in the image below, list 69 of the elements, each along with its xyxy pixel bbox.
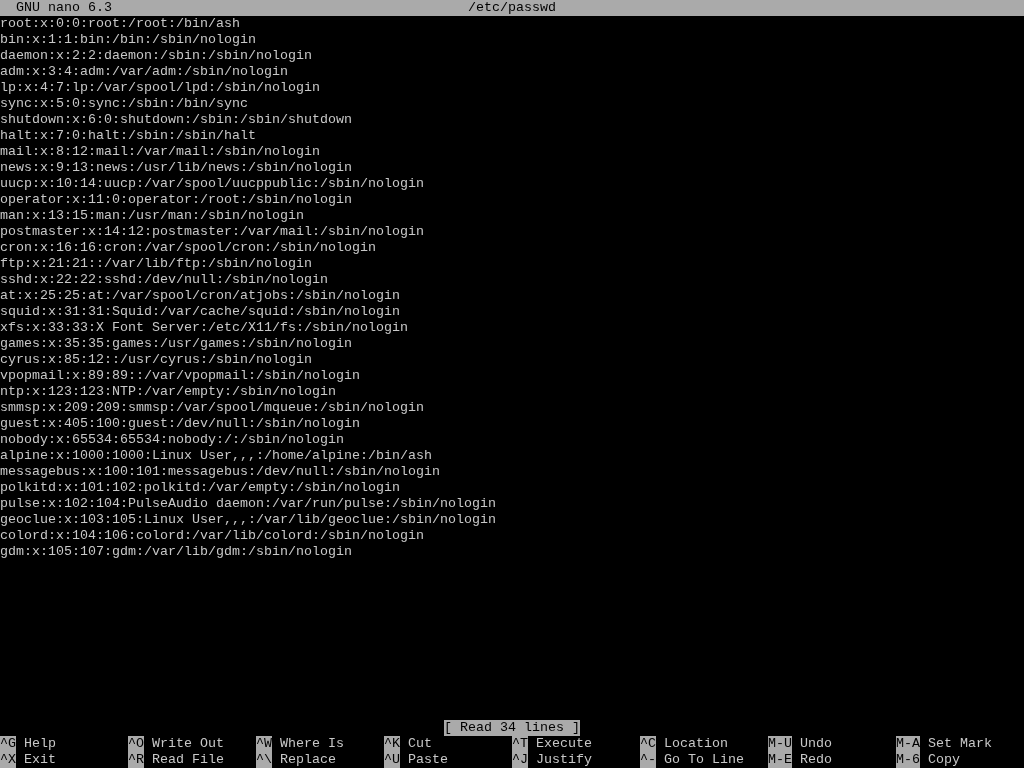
file-line: vpopmail:x:89:89::/var/vpopmail:/sbin/nologin [0, 368, 360, 384]
file-line: squid:x:31:31:Squid:/var/cache/squid:/sbin/nologin [0, 304, 400, 320]
shortcut-key[interactable]: ^O [128, 736, 144, 752]
shortcut-key[interactable]: ^X [0, 752, 16, 768]
file-line: news:x:9:13:news:/usr/lib/news:/sbin/nologin [0, 160, 352, 176]
file-line: bin:x:1:1:bin:/bin:/sbin/nologin [0, 32, 256, 48]
shortcut-label: Paste [408, 752, 448, 768]
file-line: postmaster:x:14:12:postmaster:/var/mail:/sbin/nologin [0, 224, 424, 240]
shortcut-label: Undo [800, 736, 832, 752]
file-line: operator:x:11:0:operator:/root:/sbin/nologin [0, 192, 352, 208]
file-name: /etc/passwd [468, 0, 556, 16]
shortcut-label: Where Is [280, 736, 344, 752]
file-line: xfs:x:33:33:X Font Server:/etc/X11/fs:/sbin/nologin [0, 320, 408, 336]
file-line: mail:x:8:12:mail:/var/mail:/sbin/nologin [0, 144, 320, 160]
shortcut-label: Cut [408, 736, 432, 752]
shortcut-label: Help [24, 736, 56, 752]
shortcut-key[interactable]: ^\ [256, 752, 272, 768]
shortcut-label: Exit [24, 752, 56, 768]
file-line: ntp:x:123:123:NTP:/var/empty:/sbin/nologin [0, 384, 336, 400]
shortcut-key[interactable]: ^C [640, 736, 656, 752]
file-line: ftp:x:21:21::/var/lib/ftp:/sbin/nologin [0, 256, 312, 272]
file-line: messagebus:x:100:101:messagebus:/dev/null:/sbin/nologin [0, 464, 440, 480]
app-version: GNU nano 6.3 [16, 0, 113, 16]
shortcut-label: Set Mark [928, 736, 992, 752]
shortcut-key[interactable]: M-U [768, 736, 792, 752]
file-line: guest:x:405:100:guest:/dev/null:/sbin/nologin [0, 416, 360, 432]
shortcut-label: Justify [536, 752, 592, 768]
file-line: at:x:25:25:at:/var/spool/cron/atjobs:/sbin/nologin [0, 288, 400, 304]
shortcut-key[interactable]: ^T [512, 736, 528, 752]
shortcut-key[interactable]: ^- [640, 752, 656, 768]
file-line: geoclue:x:103:105:Linux User,,,:/var/lib/geoclue:/sbin/nologin [0, 512, 496, 528]
shortcut-label: Redo [800, 752, 832, 768]
file-line: daemon:x:2:2:daemon:/sbin:/sbin/nologin [0, 48, 312, 64]
file-line: man:x:13:15:man:/usr/man:/sbin/nologin [0, 208, 304, 224]
shortcut-label: Write Out [152, 736, 224, 752]
shortcut-key[interactable]: ^K [384, 736, 400, 752]
shortcut-key[interactable]: M-E [768, 752, 792, 768]
shortcut-label: Go To Line [664, 752, 744, 768]
shortcut-label: Location [664, 736, 728, 752]
file-line: sshd:x:22:22:sshd:/dev/null:/sbin/nologin [0, 272, 328, 288]
shortcut-label: Copy [928, 752, 960, 768]
file-line: nobody:x:65534:65534:nobody:/:/sbin/nologin [0, 432, 344, 448]
file-line: adm:x:3:4:adm:/var/adm:/sbin/nologin [0, 64, 288, 80]
file-line: lp:x:4:7:lp:/var/spool/lpd:/sbin/nologin [0, 80, 320, 96]
shortcut-key[interactable]: ^U [384, 752, 400, 768]
file-line: games:x:35:35:games:/usr/games:/sbin/nologin [0, 336, 352, 352]
file-line: root:x:0:0:root:/root:/bin/ash [0, 16, 240, 32]
file-line: colord:x:104:106:colord:/var/lib/colord:/sbin/nologin [0, 528, 424, 544]
file-line: smmsp:x:209:209:smmsp:/var/spool/mqueue:/sbin/nologin [0, 400, 424, 416]
file-line: cron:x:16:16:cron:/var/spool/cron:/sbin/nologin [0, 240, 376, 256]
file-line: polkitd:x:101:102:polkitd:/var/empty:/sbin/nologin [0, 480, 400, 496]
file-line: gdm:x:105:107:gdm:/var/lib/gdm:/sbin/nologin [0, 544, 352, 560]
file-line: pulse:x:102:104:PulseAudio daemon:/var/run/pulse:/sbin/nologin [0, 496, 496, 512]
status-message: [ Read 34 lines ] [444, 720, 580, 736]
shortcut-label: Read File [152, 752, 224, 768]
shortcut-label: Replace [280, 752, 336, 768]
file-line: shutdown:x:6:0:shutdown:/sbin:/sbin/shutdown [0, 112, 352, 128]
shortcut-key[interactable]: M-6 [896, 752, 920, 768]
file-line: sync:x:5:0:sync:/sbin:/bin/sync [0, 96, 248, 112]
shortcut-key[interactable]: ^J [512, 752, 528, 768]
file-line: alpine:x:1000:1000:Linux User,,,:/home/alpine:/bin/ash [0, 448, 432, 464]
shortcut-key[interactable]: ^G [0, 736, 16, 752]
shortcut-key[interactable]: ^W [256, 736, 272, 752]
shortcut-label: Execute [536, 736, 592, 752]
shortcut-key[interactable]: ^R [128, 752, 144, 768]
file-line: uucp:x:10:14:uucp:/var/spool/uucppublic:/sbin/nologin [0, 176, 424, 192]
shortcut-key[interactable]: M-A [896, 736, 920, 752]
file-line: halt:x:7:0:halt:/sbin:/sbin/halt [0, 128, 256, 144]
file-line: cyrus:x:85:12::/usr/cyrus:/sbin/nologin [0, 352, 312, 368]
